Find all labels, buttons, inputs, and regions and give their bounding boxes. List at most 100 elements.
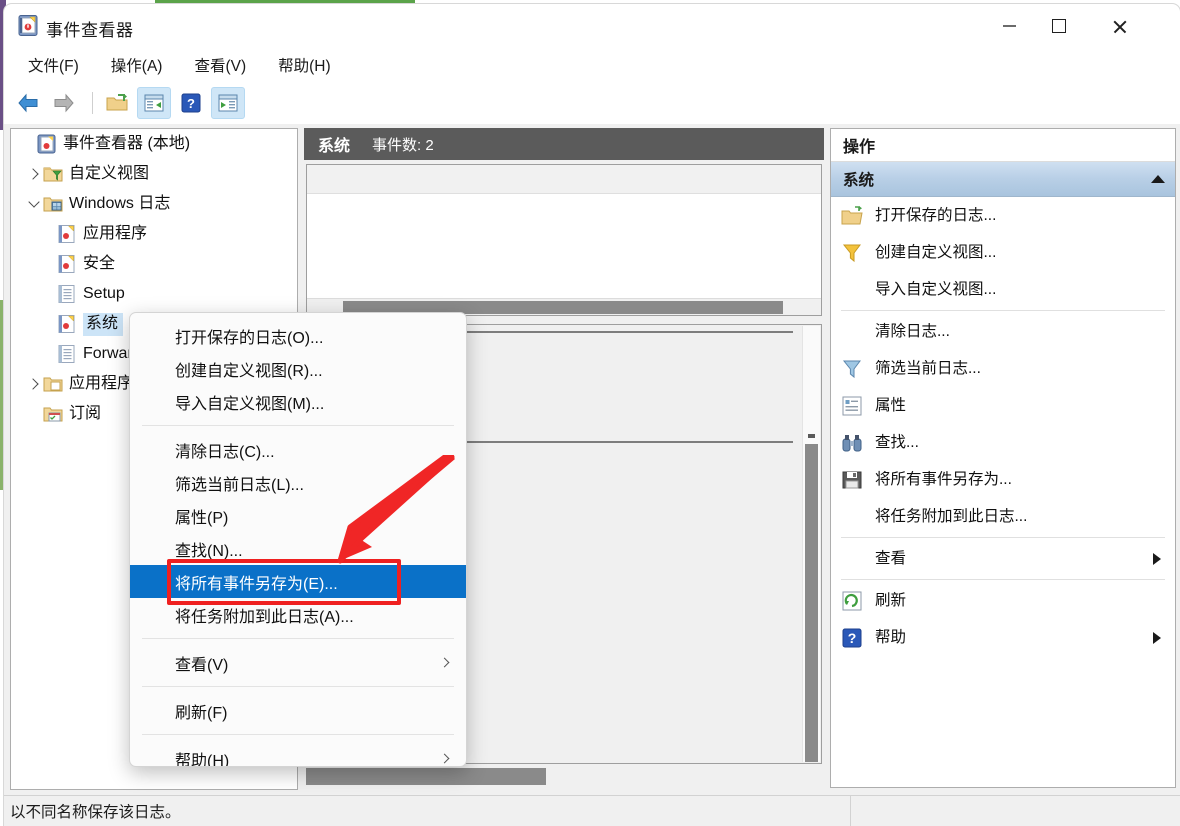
filter-icon	[842, 360, 861, 378]
ctx-refresh[interactable]: 刷新(F)	[130, 694, 466, 727]
action-create-custom-view[interactable]: 创建自定义视图...	[831, 234, 1175, 271]
screenshot-root: 事件查看器 文件(F) 操作(A) 查看(V) 帮助(H) ? 事件查看器 (本…	[0, 0, 1180, 826]
twisty-expand[interactable]	[25, 375, 43, 393]
ctx-view[interactable]: 查看(V)	[130, 646, 466, 679]
tree-node-label: 订阅	[69, 405, 102, 422]
context-menu-separator	[142, 638, 454, 639]
detail-vscroll-thumb[interactable]	[805, 444, 818, 762]
action-import-custom-view[interactable]: 导入自定义视图...	[831, 271, 1175, 308]
ctx-label: 查看(V)	[175, 656, 229, 674]
no-icon	[841, 279, 863, 301]
folder-filter-icon	[43, 167, 63, 182]
action-attach-task-to-log[interactable]: 将任务附加到此日志...	[831, 498, 1175, 535]
action-label: 导入自定义视图...	[875, 280, 997, 298]
tree-node-setup[interactable]: Setup	[11, 279, 297, 309]
ctx-label: 创建自定义视图(R)...	[175, 362, 323, 380]
panel-left-icon	[144, 94, 164, 112]
event-count-label: 事件数: 2	[372, 136, 434, 154]
action-view[interactable]: 查看	[831, 540, 1175, 577]
folder-icon	[43, 377, 63, 392]
forward-button[interactable]	[48, 88, 80, 118]
ctx-label: 将所有事件另存为(E)...	[175, 575, 338, 593]
ctx-clear-log[interactable]: 清除日志(C)...	[130, 433, 466, 466]
actions-separator	[841, 579, 1165, 580]
panel-right-icon	[218, 94, 238, 112]
action-save-all-events-as[interactable]: 将所有事件另存为...	[831, 461, 1175, 498]
actions-group-label: 系统	[843, 172, 875, 189]
detail-bottom-strip	[306, 768, 546, 785]
ctx-import-custom-view[interactable]: 导入自定义视图(M)...	[130, 385, 466, 418]
ctx-properties[interactable]: 属性(P)	[130, 499, 466, 532]
svg-text:?: ?	[187, 96, 195, 111]
back-button[interactable]	[12, 88, 44, 118]
submenu-arrow-icon	[1153, 631, 1161, 644]
back-arrow-icon	[18, 93, 38, 113]
action-help[interactable]: ? 帮助	[831, 619, 1175, 656]
action-find[interactable]: 查找...	[831, 424, 1175, 461]
event-list-column-header[interactable]	[307, 165, 821, 194]
action-properties[interactable]: 属性	[831, 387, 1175, 424]
actions-pane-title: 操作	[831, 129, 1175, 162]
ctx-save-all-events-as[interactable]: 将所有事件另存为(E)...	[130, 565, 466, 598]
detail-vscrollbar[interactable]	[802, 326, 820, 762]
help-toolbar-button[interactable]: ?	[175, 88, 207, 118]
menu-help[interactable]: 帮助(H)	[268, 52, 341, 78]
menu-action[interactable]: 操作(A)	[101, 52, 173, 78]
twisty-collapse[interactable]	[25, 195, 43, 213]
tree-node-security[interactable]: 安全	[11, 249, 297, 279]
submenu-arrow-icon	[439, 657, 450, 668]
ctx-create-custom-view[interactable]: 创建自定义视图(R)...	[130, 352, 466, 385]
filter-yellow-icon	[842, 244, 861, 262]
ctx-help[interactable]: 帮助(H)	[130, 742, 466, 767]
chevron-up-icon[interactable]	[1151, 175, 1165, 183]
help-icon: ?	[842, 628, 862, 647]
menu-view[interactable]: 查看(V)	[184, 52, 256, 78]
ctx-filter-current-log[interactable]: 筛选当前日志(L)...	[130, 466, 466, 499]
open-folder-icon	[106, 94, 128, 111]
actions-pane: 操作 系统 打开保存的日志... 创建自定义视图... 导入自定义视图... 清…	[830, 128, 1176, 788]
action-label: 将所有事件另存为...	[875, 470, 1012, 488]
action-label: 属性	[875, 396, 907, 414]
center-pane-header: 系统 事件数: 2	[304, 128, 824, 160]
binoculars-icon	[842, 434, 862, 451]
action-label: 创建自定义视图...	[875, 243, 997, 261]
submenu-arrow-icon	[1153, 552, 1161, 565]
tree-node-label: 自定义视图	[69, 165, 150, 182]
refresh-icon	[842, 591, 862, 610]
maximize-button[interactable]	[1034, 4, 1084, 48]
twisty-expand[interactable]	[25, 165, 43, 183]
tree-node-custom-views[interactable]: 自定义视图	[11, 159, 297, 189]
window-title: 事件查看器	[46, 21, 134, 40]
ctx-label: 导入自定义视图(M)...	[175, 395, 325, 413]
open-folder-button[interactable]	[101, 88, 133, 118]
ctx-attach-task-to-log[interactable]: 将任务附加到此日志(A)...	[130, 598, 466, 631]
action-label: 查看	[875, 549, 907, 567]
ctx-label: 筛选当前日志(L)...	[175, 476, 304, 494]
ctx-open-saved-log[interactable]: 打开保存的日志(O)...	[130, 319, 466, 352]
menu-bar: 文件(F) 操作(A) 查看(V) 帮助(H)	[4, 48, 1180, 83]
action-clear-log[interactable]: 清除日志...	[831, 313, 1175, 350]
ctx-find[interactable]: 查找(N)...	[130, 532, 466, 565]
forward-arrow-icon	[54, 93, 74, 113]
tree-node-root[interactable]: 事件查看器 (本地)	[11, 129, 297, 159]
toggle-tree-pane-button[interactable]	[137, 87, 171, 119]
ctx-label: 帮助(H)	[175, 752, 230, 767]
svg-text:?: ?	[848, 630, 857, 646]
action-filter-current-log[interactable]: 筛选当前日志...	[831, 350, 1175, 387]
toolbar: ?	[4, 82, 1180, 125]
actions-group-system[interactable]: 系统	[831, 162, 1175, 197]
event-list-box[interactable]	[306, 164, 822, 316]
action-open-saved-log[interactable]: 打开保存的日志...	[831, 197, 1175, 234]
title-bar: 事件查看器	[4, 4, 1180, 48]
toggle-action-pane-button[interactable]	[211, 87, 245, 119]
minimize-icon	[1002, 25, 1016, 27]
context-menu-separator	[142, 425, 454, 426]
menu-file[interactable]: 文件(F)	[18, 52, 89, 78]
tree-node-windows-logs[interactable]: Windows 日志	[11, 189, 297, 219]
action-refresh[interactable]: 刷新	[831, 582, 1175, 619]
minimize-button[interactable]	[984, 4, 1034, 48]
maximize-icon	[1052, 19, 1066, 33]
close-button[interactable]	[1094, 4, 1144, 48]
action-label: 刷新	[875, 591, 907, 609]
tree-node-application[interactable]: 应用程序	[11, 219, 297, 249]
